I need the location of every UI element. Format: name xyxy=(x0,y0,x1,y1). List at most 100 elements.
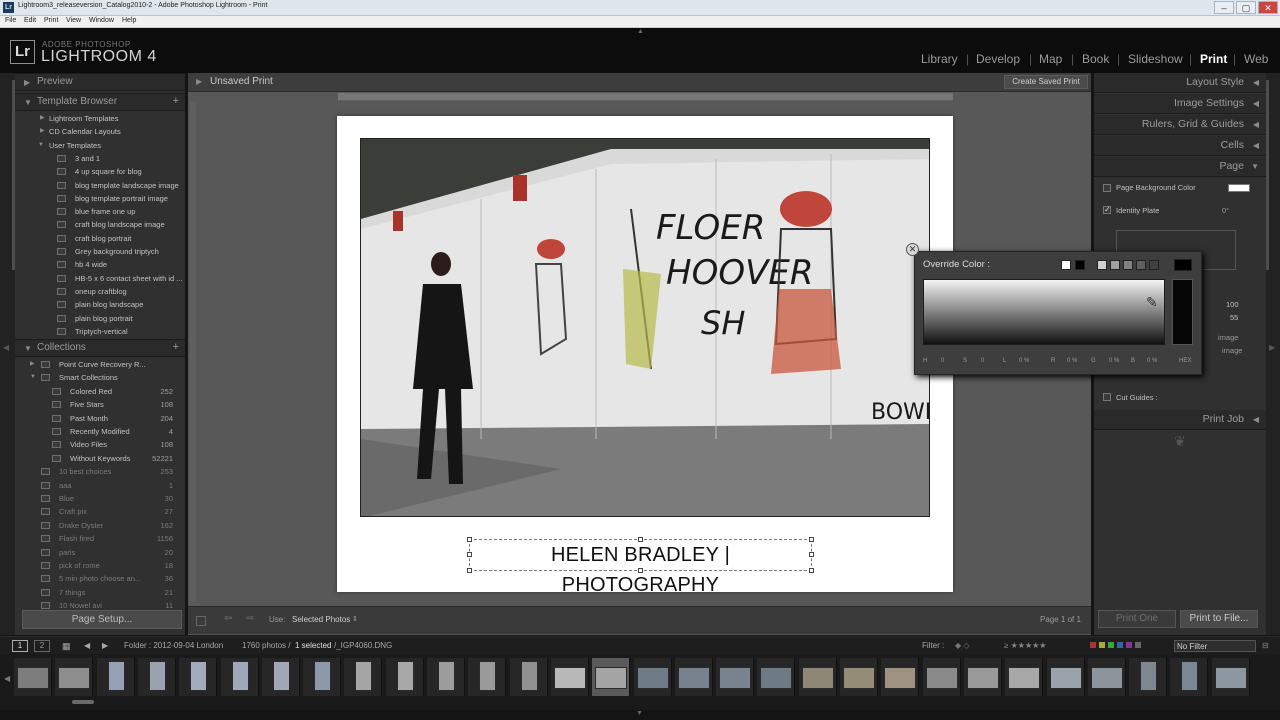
page-setup-button[interactable]: Page Setup... xyxy=(22,610,182,629)
filmstrip-thumbnail[interactable] xyxy=(1087,658,1126,696)
collapse-right-icon[interactable]: ▶ xyxy=(1269,343,1275,352)
current-color-swatch[interactable] xyxy=(1174,259,1192,271)
collection-item[interactable]: Colored Red 252 xyxy=(23,385,183,398)
filmstrip-thumbnail[interactable] xyxy=(96,658,135,696)
module-map[interactable]: Map xyxy=(1039,52,1062,66)
filmstrip-thumbnail[interactable] xyxy=(1211,658,1250,696)
gray-swatch[interactable] xyxy=(1110,260,1120,270)
primary-window-button[interactable]: 1 xyxy=(12,640,28,652)
identity-plate-caption[interactable]: HELEN BRADLEY | PHOTOGRAPHY xyxy=(467,537,814,596)
template-item[interactable]: blog template portrait image xyxy=(23,192,183,205)
page-background-color-checkbox[interactable] xyxy=(1103,184,1111,192)
right-scrollbar[interactable] xyxy=(1266,80,1269,270)
maximize-button[interactable]: ▢ xyxy=(1236,1,1256,14)
rating-filter-icon[interactable]: ≥ ★★★★★ xyxy=(1004,641,1046,650)
opacity-value[interactable]: 100 xyxy=(1226,300,1239,309)
template-item[interactable]: 4 up square for blog xyxy=(23,165,183,178)
template-item[interactable]: plain blog landscape xyxy=(23,298,183,311)
filmstrip-thumbnail[interactable] xyxy=(1005,658,1044,696)
print-photo-cell[interactable]: FLOER HOOVER SH BOWEN xyxy=(360,138,930,517)
filmstrip-thumbnail[interactable] xyxy=(963,658,1002,696)
print-job-header[interactable]: Print Job ◀ xyxy=(1094,410,1266,430)
flag-filter-icon[interactable]: ◆ ◇ xyxy=(955,641,970,650)
collection-item[interactable]: ▶ Point Curve Recovery R... xyxy=(23,358,183,371)
print-to-file-button[interactable]: Print to File... xyxy=(1180,610,1258,628)
color-label-filter[interactable] xyxy=(1090,642,1150,650)
filter-preset-select[interactable]: No Filter xyxy=(1174,640,1256,652)
rulers-grid-guides-header[interactable]: Rulers, Grid & Guides ◀ xyxy=(1094,115,1266,135)
h-value[interactable]: 0 xyxy=(941,358,944,364)
menu-print[interactable]: Print xyxy=(44,17,58,24)
preview-panel-header[interactable]: ▶ Preview xyxy=(15,73,185,91)
collection-item[interactable]: Without Keywords 52221 xyxy=(23,452,183,465)
filmstrip-thumbnail[interactable] xyxy=(55,658,94,696)
previous-page-icon[interactable]: ⇦ xyxy=(224,613,232,624)
resize-handle[interactable] xyxy=(467,537,472,542)
module-slideshow[interactable]: Slideshow xyxy=(1128,52,1183,66)
filmstrip-thumbnail[interactable] xyxy=(137,658,176,696)
collection-item[interactable]: Flash fired 1156 xyxy=(23,532,183,545)
identity-plate-angle[interactable]: 0° xyxy=(1222,206,1229,215)
filmstrip-thumbnail[interactable] xyxy=(922,658,961,696)
filmstrip-thumbnail[interactable] xyxy=(798,658,837,696)
filmstrip-thumbnail[interactable] xyxy=(468,658,507,696)
collection-item[interactable]: ▼ Smart Collections xyxy=(23,371,183,384)
create-saved-print-button[interactable]: Create Saved Print xyxy=(1004,75,1088,89)
filmstrip-thumbnail[interactable] xyxy=(261,658,300,696)
collection-item[interactable]: Video Files 108 xyxy=(23,438,183,451)
menu-help[interactable]: Help xyxy=(122,17,136,24)
gray-swatch[interactable] xyxy=(1097,260,1107,270)
collection-item[interactable]: Past Month 204 xyxy=(23,412,183,425)
gray-swatch[interactable] xyxy=(1123,260,1133,270)
filter-lock-icon[interactable]: ⊟ xyxy=(1262,641,1269,650)
r-value[interactable]: 0 % xyxy=(1067,358,1077,364)
template-item[interactable]: HB-5 x 6 contact sheet with id ... xyxy=(23,272,183,285)
image-settings-header[interactable]: Image Settings ◀ xyxy=(1094,94,1266,114)
module-library[interactable]: Library xyxy=(921,52,958,66)
filmstrip-thumbnail[interactable] xyxy=(716,658,755,696)
template-item[interactable]: Triptych-vertical xyxy=(23,325,183,338)
collection-item[interactable]: Craft pix 27 xyxy=(23,505,183,518)
identity-plate-checkbox[interactable]: ✓ xyxy=(1103,206,1111,214)
template-browser-header[interactable]: ▼ Template Browser + xyxy=(15,93,185,111)
menu-window[interactable]: Window xyxy=(89,17,114,24)
filmstrip-thumbnail[interactable] xyxy=(509,658,548,696)
next-page-icon[interactable]: ⇨ xyxy=(246,613,254,624)
template-item[interactable]: craft blog portrait xyxy=(23,232,183,245)
collapse-left-icon[interactable]: ◀ xyxy=(3,343,9,352)
print-one-button[interactable]: Print One xyxy=(1098,610,1176,628)
menu-edit[interactable]: Edit xyxy=(24,17,36,24)
resize-handle[interactable] xyxy=(809,568,814,573)
template-folder[interactable]: ▼ User Templates xyxy=(23,139,183,152)
filmstrip-thumbnail[interactable] xyxy=(881,658,920,696)
s-value[interactable]: 0 xyxy=(981,358,984,364)
collapse-top-icon[interactable]: ▲ xyxy=(637,28,644,35)
back-arrow-icon[interactable]: ◀ xyxy=(84,641,90,650)
collection-item[interactable]: 5 min photo choose an... 36 xyxy=(23,572,183,585)
template-item[interactable]: blog template landscape image xyxy=(23,179,183,192)
filmstrip-thumbnail[interactable] xyxy=(14,658,52,696)
collection-item[interactable]: Recently Modified 4 xyxy=(23,425,183,438)
filmstrip-thumbnail[interactable] xyxy=(674,658,713,696)
template-item[interactable]: oneup craftblog xyxy=(23,285,183,298)
menu-view[interactable]: View xyxy=(66,17,81,24)
resize-handle[interactable] xyxy=(467,552,472,557)
gray-swatch[interactable] xyxy=(1136,260,1146,270)
l-value[interactable]: 0 % xyxy=(1019,358,1029,364)
module-print[interactable]: Print xyxy=(1200,52,1227,66)
template-item[interactable]: Grey background triptych xyxy=(23,245,183,258)
filmstrip-thumbnail[interactable] xyxy=(385,658,424,696)
forward-arrow-icon[interactable]: ▶ xyxy=(102,641,108,650)
filmstrip-thumbnail[interactable] xyxy=(179,658,218,696)
white-swatch[interactable] xyxy=(1061,260,1071,270)
module-book[interactable]: Book xyxy=(1082,52,1109,66)
filmstrip-thumbnail[interactable] xyxy=(1046,658,1085,696)
filmstrip-thumbnail[interactable] xyxy=(1129,658,1168,696)
filmstrip-thumbnail[interactable] xyxy=(550,658,589,696)
filmstrip-thumbnail[interactable] xyxy=(1170,658,1209,696)
minimize-button[interactable]: – xyxy=(1214,1,1234,14)
gray-swatch[interactable] xyxy=(1149,260,1159,270)
black-swatch[interactable] xyxy=(1075,260,1085,270)
template-item[interactable]: 3 and 1 xyxy=(23,152,183,165)
resize-handle[interactable] xyxy=(809,552,814,557)
